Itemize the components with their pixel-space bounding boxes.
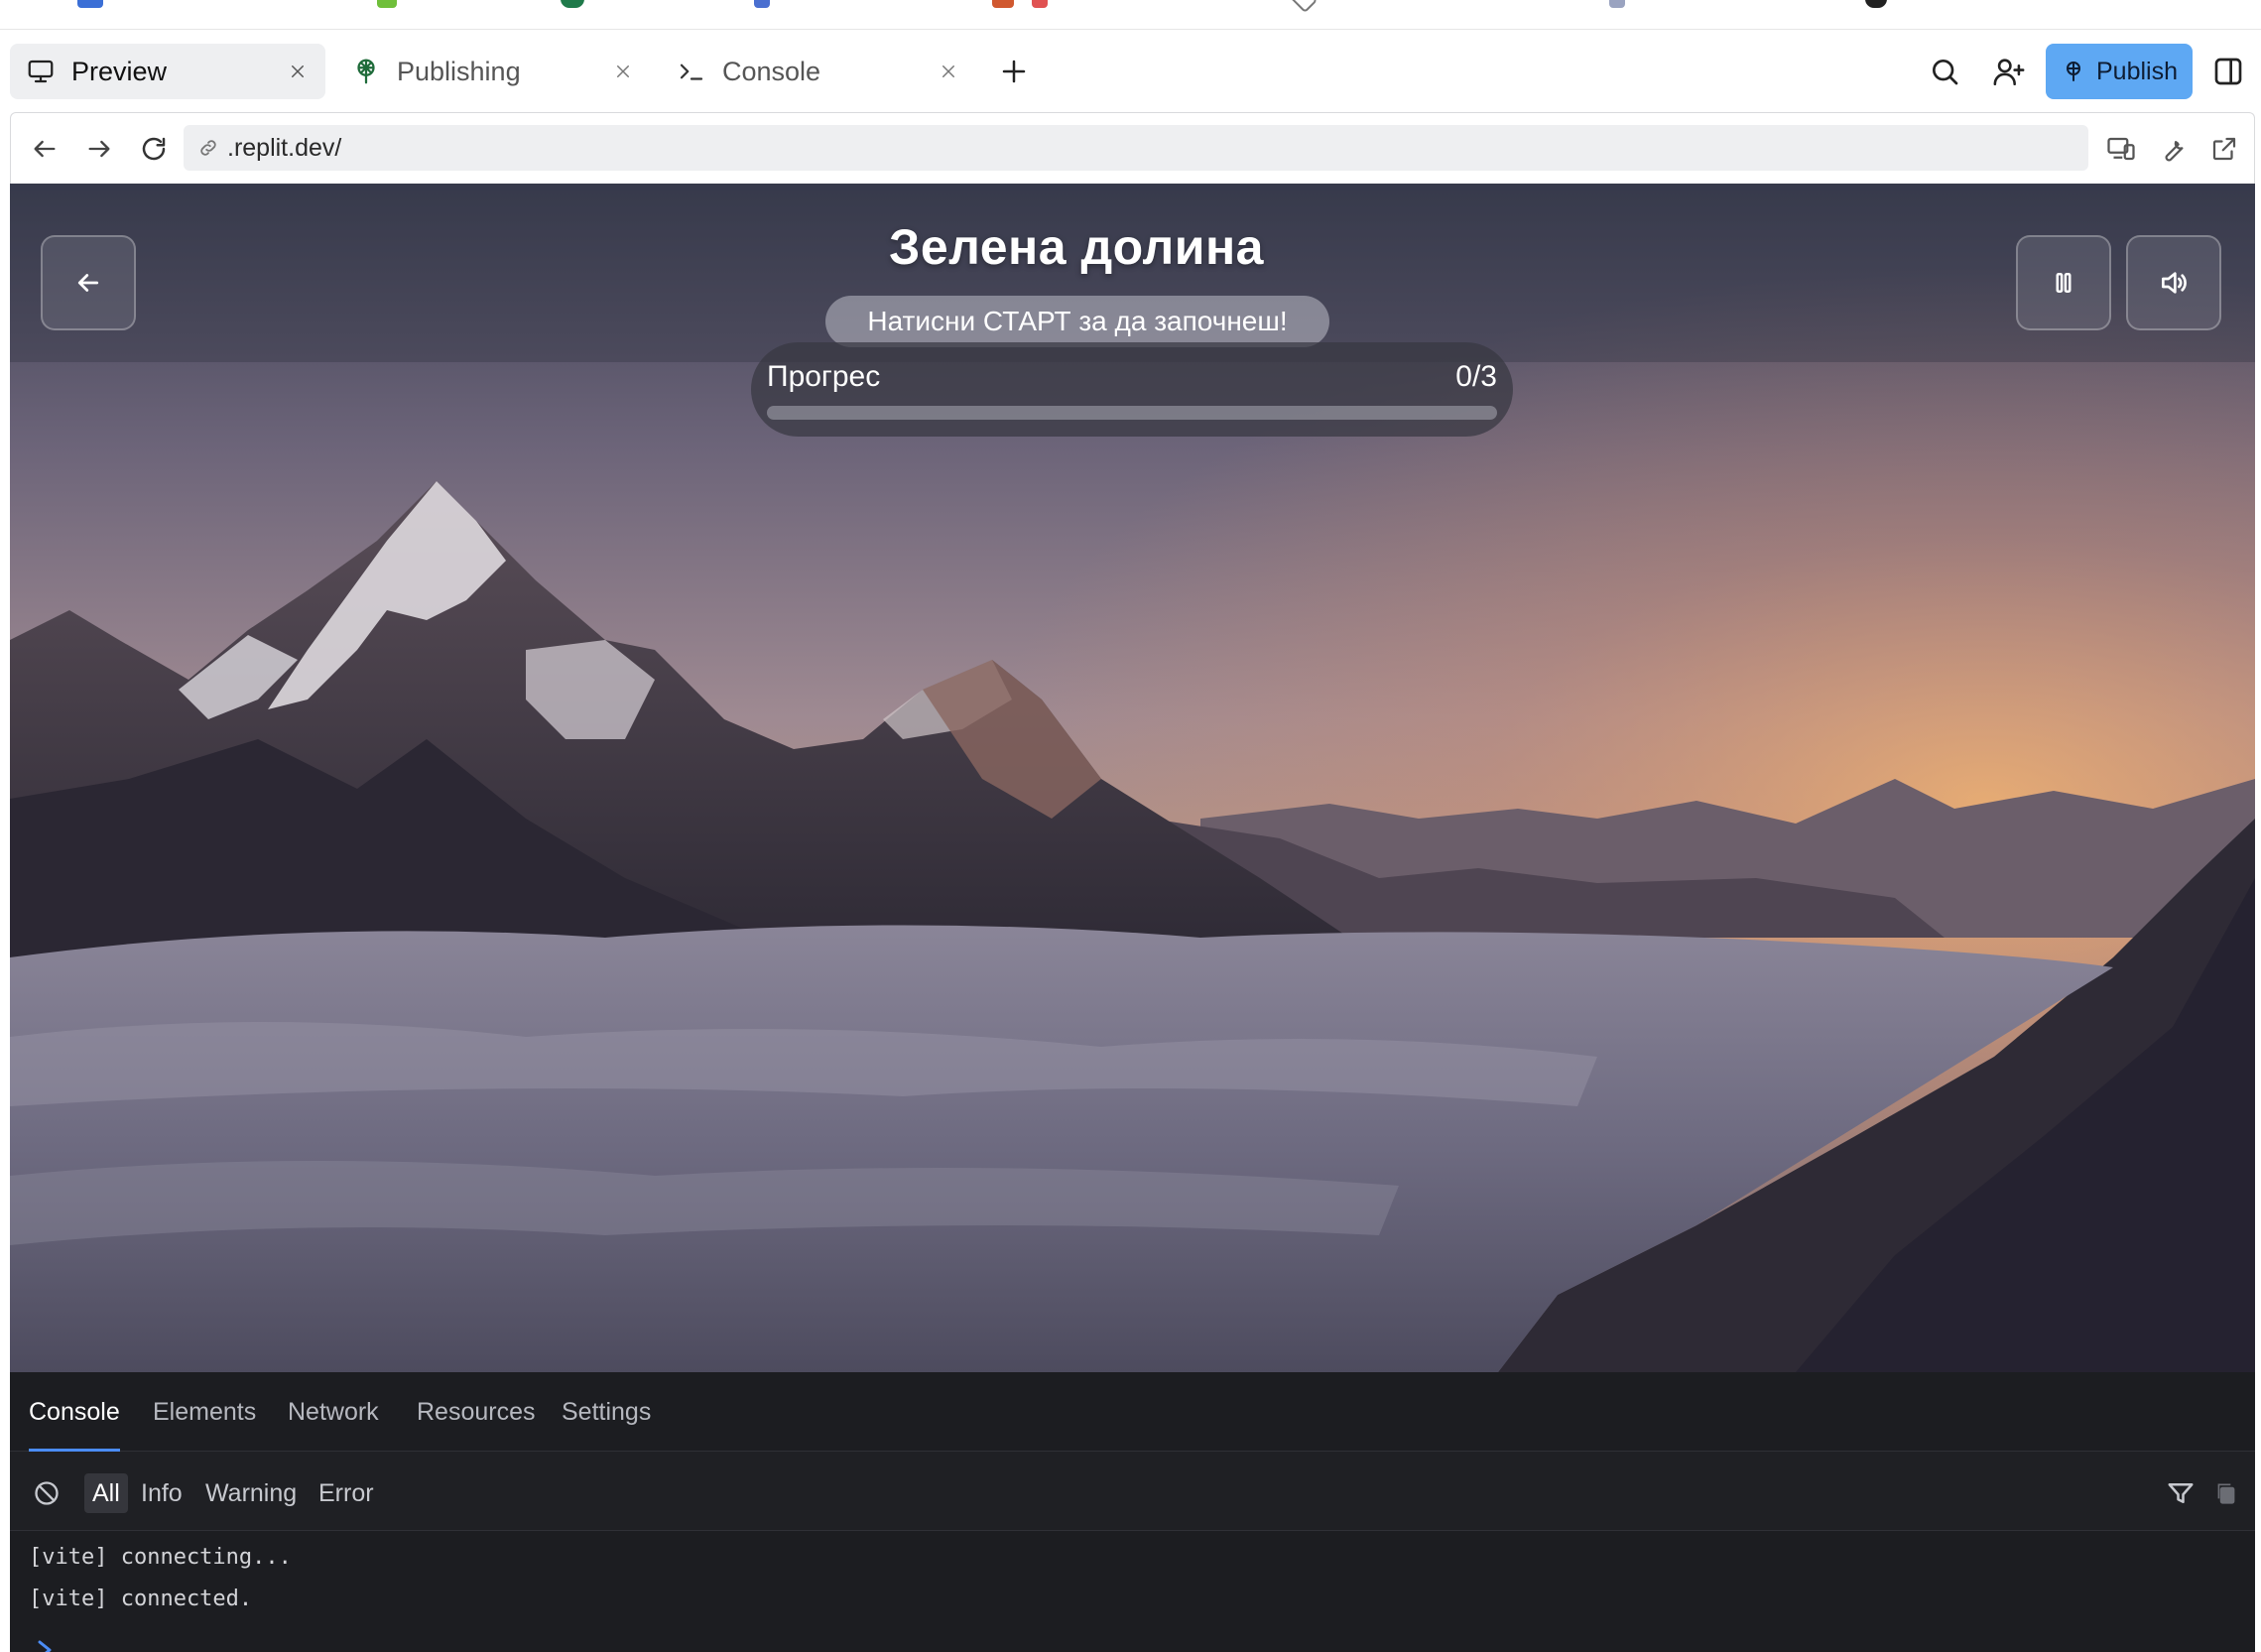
devtools-tab-label: Resources <box>417 1397 536 1426</box>
back-icon[interactable] <box>25 129 64 169</box>
close-icon[interactable] <box>284 58 312 85</box>
address-bar: .replit.dev/ <box>10 112 2255 184</box>
bookmark-icon[interactable] <box>754 0 770 8</box>
console-filter-bar: All Info Warning Error <box>10 1452 2255 1531</box>
invite-user-icon[interactable] <box>1989 52 2029 91</box>
publish-label: Publish <box>2096 57 2178 85</box>
search-icon[interactable] <box>1925 52 1964 91</box>
split-panel-icon[interactable] <box>2208 52 2248 91</box>
filter-icon[interactable] <box>2162 1473 2199 1513</box>
devtools-tabs: Console Elements Network Resources Setti… <box>10 1372 2255 1452</box>
filter-all[interactable]: All <box>84 1473 128 1513</box>
open-external-icon[interactable] <box>2204 129 2244 169</box>
progress-label: Прогрес <box>767 360 881 393</box>
monitor-icon <box>24 55 58 88</box>
tab-label: Preview <box>71 56 168 86</box>
bookmark-icon[interactable] <box>561 0 584 8</box>
publishing-icon <box>2061 59 2086 84</box>
console-log: [vite] connecting... [vite] connected. <box>10 1531 2255 1652</box>
bookmarks-bar <box>0 0 2261 30</box>
publishing-icon <box>349 55 383 88</box>
url-text: .replit.dev/ <box>227 133 342 162</box>
filter-label: Warning <box>205 1478 298 1507</box>
console-prompt-icon[interactable] <box>34 1638 63 1652</box>
log-line: [vite] connecting... <box>29 1545 292 1570</box>
filter-label: Info <box>141 1478 183 1507</box>
devtools-tab-elements[interactable]: Elements <box>153 1372 256 1452</box>
tab-label: Console <box>722 56 821 86</box>
devtools-tab-label: Elements <box>153 1397 257 1426</box>
filter-warning[interactable]: Warning <box>197 1473 305 1513</box>
devtools-tab-network[interactable]: Network <box>288 1372 379 1452</box>
bookmark-icon[interactable] <box>1865 0 1887 8</box>
filter-info[interactable]: Info <box>133 1473 190 1513</box>
replit-workspace: { "tabs": [ {"label": "Preview", "icon":… <box>0 0 2261 1652</box>
bookmark-icon[interactable] <box>377 0 397 8</box>
devtools-tab-console[interactable]: Console <box>29 1372 120 1452</box>
tab-publishing[interactable]: Publishing <box>335 44 651 99</box>
progress-panel: Прогрес 0/3 <box>751 342 1513 437</box>
bookmark-icon[interactable] <box>992 0 1014 8</box>
preview-viewport[interactable]: Зелена долина Натисни СТАРТ за да започн… <box>10 184 2255 1372</box>
close-icon[interactable] <box>935 58 962 85</box>
add-tab-button[interactable] <box>994 52 1034 91</box>
tab-preview[interactable]: Preview <box>10 44 325 99</box>
tab-bar: Preview Publishing Console Publish <box>0 30 2261 113</box>
tab-console[interactable]: Console <box>661 44 976 99</box>
devtools-panel: Console Elements Network Resources Setti… <box>10 1372 2255 1652</box>
start-hint: Натисни СТАРТ за да започнеш! <box>825 296 1329 347</box>
close-icon[interactable] <box>609 58 637 85</box>
bookmark-icon[interactable] <box>1609 0 1625 8</box>
copy-icon[interactable] <box>2209 1473 2243 1513</box>
reload-icon[interactable] <box>134 129 174 169</box>
bookmark-icon[interactable] <box>77 0 103 8</box>
wrench-icon[interactable] <box>2153 129 2193 169</box>
devtools-tab-label: Console <box>29 1397 120 1426</box>
terminal-icon <box>675 55 708 88</box>
devtools-tab-resources[interactable]: Resources <box>417 1372 536 1452</box>
log-line: [vite] connected. <box>29 1587 253 1611</box>
filter-label: Error <box>318 1478 374 1507</box>
filter-label: All <box>92 1478 120 1507</box>
devtools-tab-label: Network <box>288 1397 379 1426</box>
tab-label: Publishing <box>397 56 521 86</box>
forward-icon[interactable] <box>79 129 119 169</box>
bookmark-icon[interactable] <box>1289 0 1319 14</box>
progress-bar <box>767 406 1497 420</box>
game-title: Зелена долина <box>889 219 1264 275</box>
url-input[interactable]: .replit.dev/ <box>184 125 2088 171</box>
bookmark-icon[interactable] <box>1032 0 1048 8</box>
sound-button[interactable] <box>2126 235 2221 330</box>
publish-button[interactable]: Publish <box>2046 44 2193 99</box>
link-icon <box>195 135 221 161</box>
devtools-tab-settings[interactable]: Settings <box>562 1372 651 1452</box>
devtools-tab-label: Settings <box>562 1397 652 1426</box>
progress-count: 0/3 <box>1455 360 1497 393</box>
clear-console-icon[interactable] <box>27 1473 66 1513</box>
filter-error[interactable]: Error <box>311 1473 382 1513</box>
devices-icon[interactable] <box>2101 129 2141 169</box>
pause-button[interactable] <box>2016 235 2111 330</box>
